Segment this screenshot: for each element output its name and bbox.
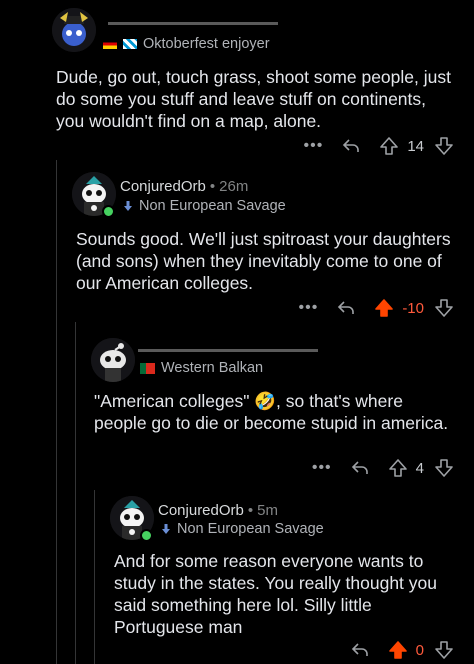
upvote-icon-active[interactable] xyxy=(374,298,394,318)
upvote-icon[interactable] xyxy=(379,136,399,156)
vote-score: 4 xyxy=(415,459,424,477)
reply-icon[interactable] xyxy=(336,298,356,318)
vote-score: 0 xyxy=(415,641,424,659)
avatar-image xyxy=(91,338,135,382)
more-options-button[interactable]: ••• xyxy=(304,137,324,155)
redacted-username xyxy=(138,349,318,352)
user-flair: Non European Savage xyxy=(161,521,324,537)
thread-line-level-1[interactable] xyxy=(56,160,57,664)
downvote-icon[interactable] xyxy=(434,136,454,156)
comment-actions: ••• 14 xyxy=(304,136,455,156)
user-flair: Non European Savage xyxy=(123,198,286,214)
comment-meta: ConjuredOrb • 26m xyxy=(120,178,248,196)
bavaria-flag-icon xyxy=(123,39,137,49)
reply-icon[interactable] xyxy=(350,458,370,478)
user-flair: Western Balkan xyxy=(140,360,263,376)
avatar[interactable] xyxy=(52,8,96,52)
online-status-indicator xyxy=(140,529,153,542)
comment-actions: 0 xyxy=(350,640,454,660)
comment-body: Sounds good. We'll just spitroast your d… xyxy=(76,229,451,293)
thread-line-level-3[interactable] xyxy=(94,490,95,664)
vote-score: 14 xyxy=(407,137,424,155)
reply-icon[interactable] xyxy=(341,136,361,156)
arrow-down-icon xyxy=(124,201,132,211)
meta-separator: • xyxy=(209,178,216,195)
germany-flag-icon xyxy=(103,39,117,49)
downvote-icon[interactable] xyxy=(434,458,454,478)
comment-actions: ••• 4 xyxy=(312,458,454,478)
upvote-icon-active[interactable] xyxy=(388,640,408,660)
username[interactable]: ConjuredOrb xyxy=(158,502,244,519)
comment-meta: ConjuredOrb • 5m xyxy=(158,502,278,520)
more-options-button[interactable]: ••• xyxy=(299,299,319,317)
thread-line-level-2[interactable] xyxy=(75,322,76,664)
flair-text: Western Balkan xyxy=(161,360,264,376)
flair-text: Non European Savage xyxy=(139,198,286,214)
avatar-image xyxy=(52,8,96,52)
vote-score: -10 xyxy=(402,299,424,317)
portugal-flag-icon xyxy=(140,362,155,374)
more-options-button[interactable]: ••• xyxy=(312,459,332,477)
comment-actions: ••• -10 xyxy=(299,298,455,318)
username[interactable]: ConjuredOrb xyxy=(120,178,206,195)
meta-separator: • xyxy=(247,502,254,519)
online-status-indicator xyxy=(102,205,115,218)
downvote-icon[interactable] xyxy=(434,640,454,660)
downvote-icon[interactable] xyxy=(434,298,454,318)
upvote-icon[interactable] xyxy=(388,458,408,478)
comment-body: And for some reason everyone wants to st… xyxy=(114,551,437,637)
timestamp: 26m xyxy=(219,178,249,195)
avatar[interactable] xyxy=(91,338,135,382)
timestamp: 5m xyxy=(257,502,278,519)
comment-body: Dude, go out, touch grass, shoot some pe… xyxy=(56,67,451,131)
arrow-down-icon xyxy=(162,524,170,534)
flair-text: Non European Savage xyxy=(177,521,324,537)
reply-icon[interactable] xyxy=(350,640,370,660)
flair-text: Oktoberfest enjoyer xyxy=(143,36,270,52)
user-flair: Oktoberfest enjoyer xyxy=(103,36,270,52)
redacted-username xyxy=(108,22,278,25)
comment-body: "American colleges" 🤣, so that's where p… xyxy=(94,391,449,433)
